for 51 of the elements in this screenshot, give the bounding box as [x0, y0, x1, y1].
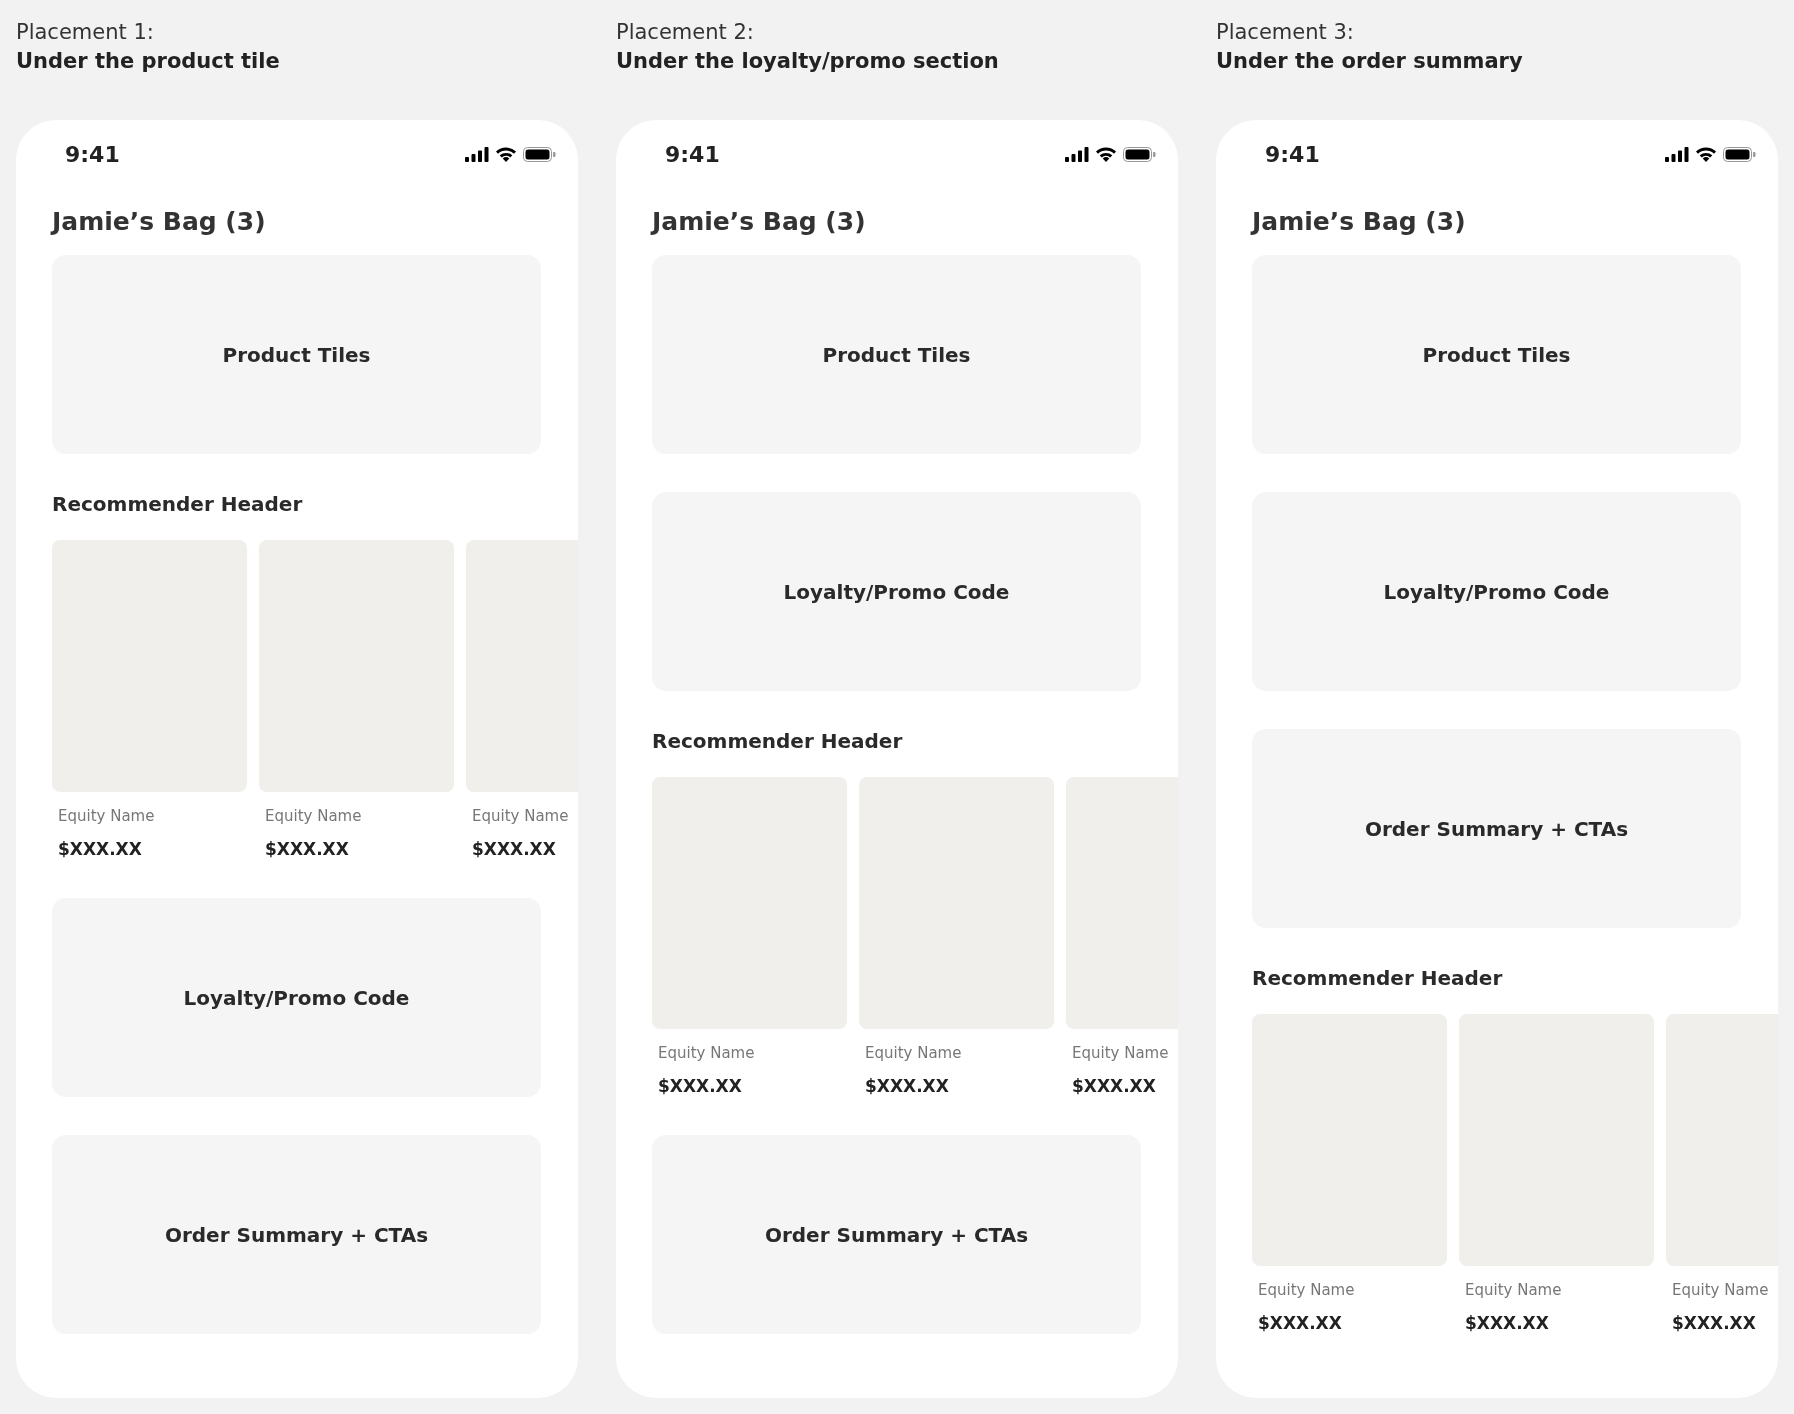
price: $XXX.XX [58, 838, 143, 860]
equity-name: Equity Name [58, 806, 156, 826]
wifi-icon [1095, 146, 1117, 162]
signal-icon [465, 146, 489, 162]
equity-name: Equity Name [865, 1043, 963, 1063]
battery-icon [523, 146, 556, 162]
equity-name: Equity Name [1072, 1043, 1170, 1063]
status-time: 9:41 [65, 141, 120, 167]
status-time: 9:41 [665, 141, 720, 167]
placement-label: Placement 2: [616, 19, 755, 46]
placeholder-section: Order Summary + CTAs [652, 1135, 1141, 1334]
recommender-header: Recommender Header [1252, 966, 1504, 990]
price: $XXX.XX [1258, 1312, 1343, 1334]
placeholder-section: Order Summary + CTAs [52, 1135, 541, 1334]
price: $XXX.XX [1672, 1312, 1757, 1334]
equity-name: Equity Name [265, 806, 363, 826]
placeholder-section: Order Summary + CTAs [1252, 729, 1741, 928]
placement-caption: Under the loyalty/promo section [616, 48, 1000, 75]
placement-label: Placement 3: [1216, 19, 1355, 46]
price: $XXX.XX [865, 1075, 950, 1097]
placeholder-section: Product Tiles [1252, 255, 1741, 454]
price: $XXX.XX [1072, 1075, 1157, 1097]
placeholder-section: Product Tiles [52, 255, 541, 454]
placement-caption: Under the product tile [16, 48, 281, 75]
placement-caption: Under the order summary [1216, 48, 1524, 75]
battery-icon [1723, 146, 1756, 162]
recommender-header: Recommender Header [652, 729, 904, 753]
placeholder-section: Product Tiles [652, 255, 1141, 454]
bag-title: Jamie’s Bag (3) [52, 206, 267, 238]
equity-name: Equity Name [1465, 1280, 1563, 1300]
recommender-header: Recommender Header [52, 492, 304, 516]
equity-name: Equity Name [1258, 1280, 1356, 1300]
placeholder-section: Loyalty/Promo Code [52, 898, 541, 1097]
signal-icon [1065, 146, 1089, 162]
price: $XXX.XX [658, 1075, 743, 1097]
status-time: 9:41 [1265, 141, 1320, 167]
price: $XXX.XX [265, 838, 350, 860]
placeholder-section: Loyalty/Promo Code [1252, 492, 1741, 691]
battery-icon [1123, 146, 1156, 162]
placement-label: Placement 1: [16, 19, 155, 46]
wifi-icon [1695, 146, 1717, 162]
price: $XXX.XX [472, 838, 557, 860]
wifi-icon [495, 146, 517, 162]
bag-title: Jamie’s Bag (3) [1252, 206, 1467, 238]
equity-name: Equity Name [472, 806, 570, 826]
equity-name: Equity Name [658, 1043, 756, 1063]
placeholder-section: Loyalty/Promo Code [652, 492, 1141, 691]
equity-name: Equity Name [1672, 1280, 1770, 1300]
signal-icon [1665, 146, 1689, 162]
price: $XXX.XX [1465, 1312, 1550, 1334]
bag-title: Jamie’s Bag (3) [652, 206, 867, 238]
